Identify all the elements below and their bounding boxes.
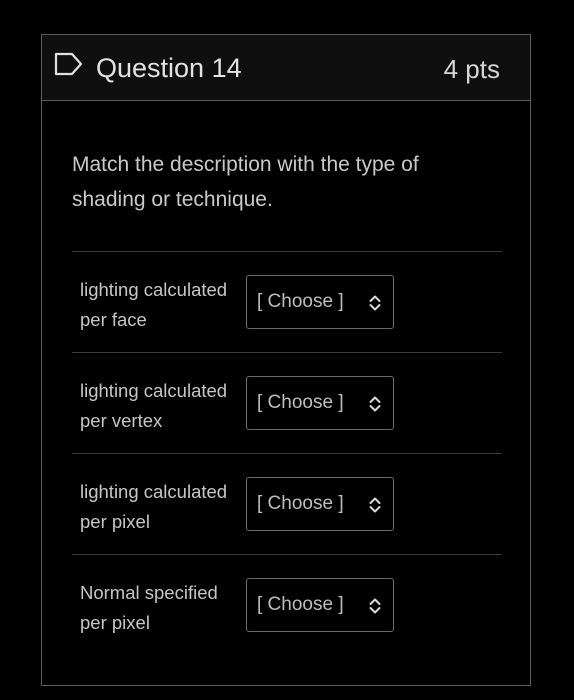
match-row: Normal specified per pixel [ Choose ] (72, 554, 502, 655)
up-down-chevron-icon (369, 598, 381, 614)
match-row: lighting calculated per pixel [ Choose ] (72, 453, 502, 554)
match-row-label: lighting calculated per face (80, 279, 228, 330)
answer-select[interactable]: [ Choose ] (246, 477, 394, 531)
match-row-label: lighting calculated per pixel (80, 481, 228, 532)
match-row-label: Normal specified per pixel (80, 582, 218, 633)
answer-select[interactable]: [ Choose ] (246, 376, 394, 430)
question-prompt: Match the description with the type of s… (72, 153, 419, 211)
question-points: 4 pts (443, 54, 500, 84)
up-down-chevron-icon (369, 497, 381, 513)
flag-question-icon[interactable] (54, 52, 84, 76)
up-down-chevron-icon (369, 396, 381, 412)
match-row: lighting calculated per face [ Choose ] (72, 251, 502, 352)
question-header: Question 14 4 pts (42, 35, 530, 101)
match-row: lighting calculated per vertex [ Choose … (72, 352, 502, 453)
answer-select-value: [ Choose ] (257, 291, 344, 312)
question-card: Question 14 4 pts Match the description … (41, 34, 531, 686)
answer-select-value: [ Choose ] (257, 493, 344, 514)
match-rows: lighting calculated per face [ Choose ] … (72, 251, 502, 655)
answer-select[interactable]: [ Choose ] (246, 578, 394, 632)
match-row-label: lighting calculated per vertex (80, 380, 228, 431)
question-title: Question 14 (96, 53, 242, 83)
answer-select[interactable]: [ Choose ] (246, 275, 394, 329)
answer-select-value: [ Choose ] (257, 392, 344, 413)
answer-select-value: [ Choose ] (257, 594, 344, 615)
up-down-chevron-icon (369, 295, 381, 311)
